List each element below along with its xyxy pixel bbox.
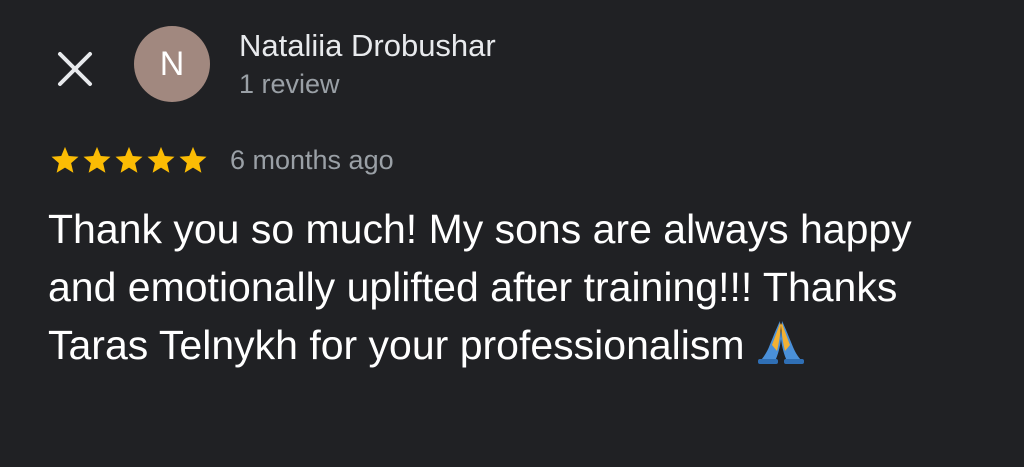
review-header: N Nataliia Drobushar 1 review (0, 0, 1024, 120)
star-icon (83, 146, 111, 173)
star-rating (50, 145, 208, 175)
review-text-block: Thank you so much! My sons are always ha… (48, 200, 948, 380)
avatar[interactable]: N (134, 26, 210, 102)
close-button[interactable] (54, 48, 96, 90)
review-count: 1 review (239, 69, 340, 99)
folded-hands-icon (755, 317, 807, 380)
star-icon (179, 146, 207, 173)
close-icon (58, 52, 92, 86)
star-icon (147, 146, 175, 173)
review-meta: 6 months ago (50, 140, 394, 180)
review-age: 6 months ago (230, 144, 394, 175)
star-icon (51, 146, 79, 173)
star-icon (115, 146, 143, 173)
reviewer-name[interactable]: Nataliia Drobushar (239, 26, 496, 66)
review-card: N Nataliia Drobushar 1 review 6 months a… (0, 0, 1024, 467)
